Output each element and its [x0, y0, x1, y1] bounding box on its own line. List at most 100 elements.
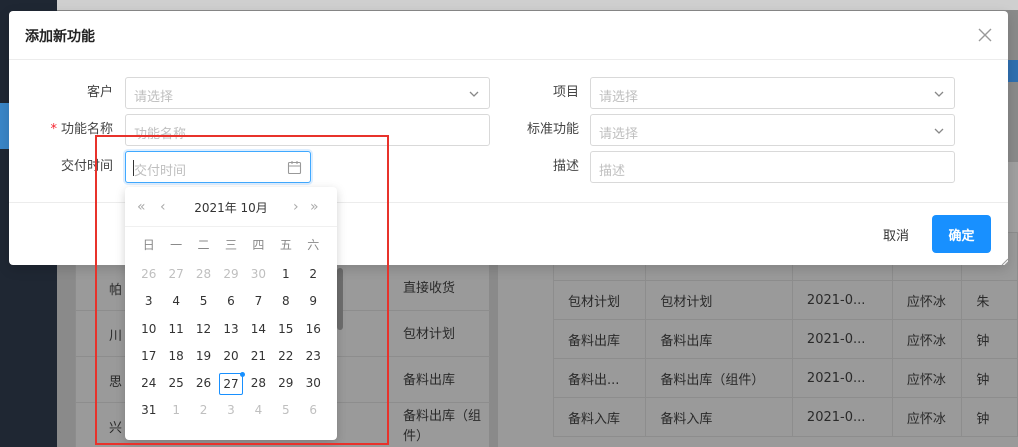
calendar-day-number: 4 [254, 403, 263, 418]
calendar-day[interactable]: 4 [162, 288, 189, 315]
calendar-day[interactable]: 29 [217, 261, 244, 288]
calendar-day[interactable]: 30 [245, 261, 272, 288]
calendar-day[interactable]: 19 [190, 343, 217, 370]
calendar-day[interactable]: 25 [162, 370, 189, 397]
calendar-day[interactable]: 14 [245, 316, 272, 343]
calendar-day[interactable]: 10 [135, 316, 162, 343]
calendar-day[interactable]: 1 [162, 397, 189, 424]
table-cell: 2021-0... [791, 397, 893, 437]
list-item-function: 包材计划 [403, 327, 456, 342]
resize-grip-icon[interactable] [1000, 257, 1008, 265]
bg-add-button-edge [1008, 60, 1018, 82]
calendar-day-number: 19 [195, 348, 212, 363]
standard-function-select[interactable]: 请选择 [590, 114, 955, 146]
calendar-day-number: 24 [141, 376, 157, 391]
cancel-button[interactable]: 取消 [867, 215, 925, 253]
calendar-day-number: 14 [250, 321, 267, 336]
table-row: 备料出库 备料出库 2021-0... 应怀冰 钟 [552, 319, 1018, 359]
calendar-day[interactable]: 8 [272, 288, 299, 315]
calendar-day[interactable]: 9 [300, 288, 327, 315]
list-item-name: 帕 [109, 283, 123, 298]
calendar-day[interactable]: 5 [272, 397, 299, 424]
next-month-button[interactable]: › [293, 199, 299, 215]
calendar-day-number: 1 [282, 267, 290, 281]
confirm-button[interactable]: 确定 [932, 215, 991, 253]
calendar-day[interactable]: 20 [217, 343, 244, 370]
calendar-day-number: 30 [305, 376, 321, 391]
calendar-day[interactable]: 16 [300, 316, 327, 343]
calendar-day[interactable]: 6 [217, 288, 244, 315]
calendar-day-number: 23 [305, 348, 321, 363]
calendar-day[interactable]: 3 [135, 288, 162, 315]
function-name-placeholder: 功能名称 [134, 127, 187, 142]
calendar-day[interactable]: 3 [217, 397, 244, 424]
calendar-day-today[interactable]: 27 [217, 370, 246, 397]
table-cell: 备料入库 [552, 397, 647, 437]
calendar-day[interactable]: 18 [162, 343, 189, 370]
calendar-icon [287, 161, 302, 175]
table-row: 备料入库 备料入库 2021-0... 应怀冰 钟 [552, 397, 1018, 437]
calendar-day[interactable]: 21 [245, 343, 272, 370]
calendar-day[interactable]: 28 [190, 261, 217, 288]
description-label: 描述 [552, 159, 579, 174]
calendar-day[interactable]: 24 [135, 370, 162, 397]
calendar-day-number: 9 [309, 294, 318, 309]
calendar-day[interactable]: 26 [190, 370, 217, 397]
calendar-day[interactable]: 13 [217, 316, 244, 343]
calendar-day[interactable]: 4 [245, 397, 272, 424]
date-picker-popup: « ‹ 2021年 10月 › » 日 一 二 三 四 五 六 26 27 28 29… [125, 187, 337, 440]
next-year-button[interactable]: » [310, 199, 319, 215]
function-name-label: * 功能名称 [9, 114, 113, 146]
app-topbar [57, 0, 1018, 10]
table-cell: 应怀冰 [891, 319, 963, 359]
calendar-day[interactable]: 11 [162, 316, 189, 343]
calendar-day[interactable]: 30 [300, 370, 327, 397]
weekday-label: 六 [307, 238, 320, 252]
calendar-day[interactable]: 5 [190, 288, 217, 315]
list-item-name: 思 [109, 375, 123, 390]
table-cell: 备料入库 [645, 397, 793, 437]
calendar-day-number: 2 [199, 403, 208, 418]
calendar-day-number: 27 [168, 267, 184, 281]
required-mark: * [50, 122, 57, 137]
calendar-day[interactable]: 2 [300, 261, 327, 288]
calendar-day-number: 3 [144, 294, 153, 309]
calendar-day[interactable]: 6 [300, 397, 327, 424]
delivery-time-input[interactable]: 交付时间 [125, 151, 311, 183]
table-cell: 备料出... [552, 358, 647, 398]
table-cell: 备料出库 [645, 319, 793, 359]
table-cell: 应怀冰 [891, 358, 963, 398]
calendar-day-number: 4 [172, 294, 180, 309]
calendar-day[interactable]: 28 [245, 370, 272, 397]
calendar-day[interactable]: 22 [272, 343, 299, 370]
date-picker-title[interactable]: 2021年 10月 [125, 199, 337, 216]
calendar-day-number: 8 [282, 294, 290, 309]
calendar-day[interactable]: 17 [135, 343, 162, 370]
chevron-down-icon [934, 128, 944, 134]
project-select[interactable]: 请选择 [590, 77, 955, 109]
calendar-day[interactable]: 12 [190, 316, 217, 343]
calendar-day[interactable]: 29 [272, 370, 299, 397]
description-input[interactable]: 描述 [590, 151, 955, 183]
calendar-day[interactable]: 2 [190, 397, 217, 424]
function-name-input[interactable]: 功能名称 [125, 114, 490, 146]
weekday-label: 三 [224, 238, 237, 252]
calendar-day[interactable]: 31 [135, 397, 162, 424]
chevron-down-icon [934, 91, 944, 97]
customer-select[interactable]: 请选择 [125, 77, 490, 109]
calendar-day[interactable]: 23 [300, 343, 327, 370]
table-cell: 备料出库（组件） [645, 358, 793, 398]
calendar-day-number: 6 [309, 403, 318, 418]
calendar-day-number: 27 [218, 373, 243, 396]
delivery-time-placeholder: 交付时间 [134, 164, 187, 179]
close-button[interactable] [975, 25, 995, 45]
calendar-day[interactable]: 1 [272, 261, 299, 288]
calendar-day-number: 3 [227, 403, 235, 418]
calendar-day[interactable]: 27 [162, 261, 189, 288]
calendar-day[interactable]: 26 [135, 261, 162, 288]
customer-label: 客户 [86, 85, 113, 100]
calendar-day-number: 29 [278, 376, 294, 391]
calendar-day[interactable]: 15 [272, 316, 299, 343]
calendar-day-number: 15 [278, 321, 294, 336]
calendar-day[interactable]: 7 [245, 288, 272, 315]
